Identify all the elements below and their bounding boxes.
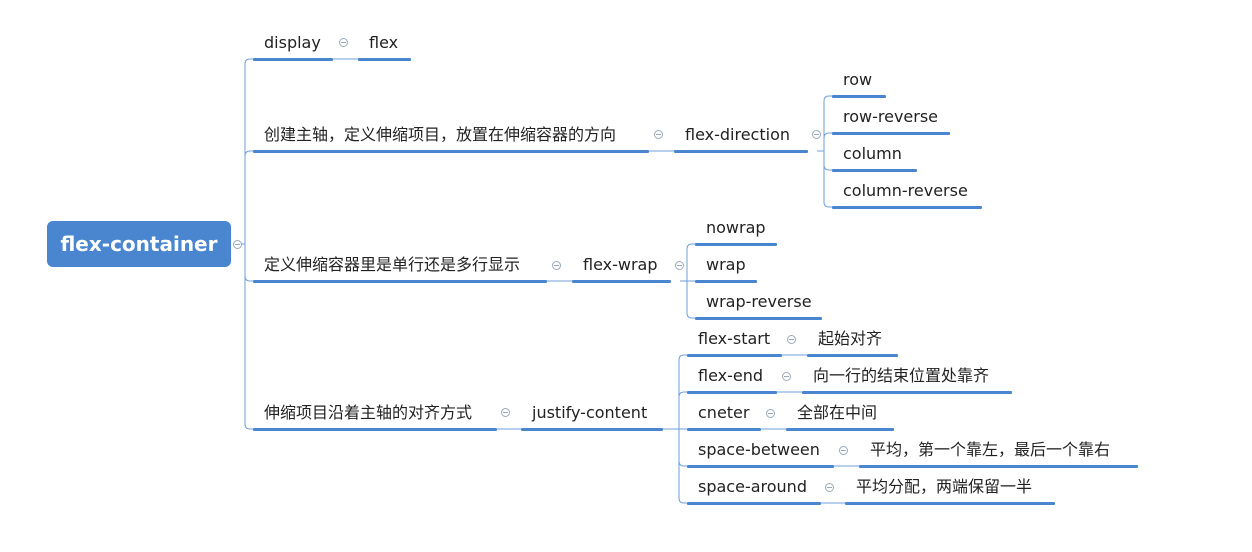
collapse-icon[interactable]: [233, 240, 242, 249]
connector-line: [823, 132, 832, 151]
underline: [253, 428, 497, 431]
connector-line: [686, 243, 695, 281]
underline: [832, 132, 950, 135]
underline: [802, 391, 1012, 394]
underline: [695, 243, 777, 246]
connector-line: [678, 429, 687, 467]
underline: [859, 465, 1138, 468]
justify-value-flex-end[interactable]: flex-end: [687, 365, 777, 394]
justify-desc-flex-end[interactable]: 向一行的结束位置处靠齐: [802, 365, 1012, 394]
direction-value-row[interactable]: row: [832, 69, 886, 98]
wrap-value-wrap[interactable]: wrap: [695, 254, 757, 283]
underline: [687, 465, 834, 468]
wrap-node[interactable]: 定义伸缩容器里是单行还是多行显示: [253, 254, 547, 283]
collapse-icon[interactable]: [839, 446, 848, 455]
connector-line: [823, 151, 832, 208]
justify-value-flex-start[interactable]: flex-start: [687, 328, 782, 357]
underline: [253, 150, 649, 153]
underline: [687, 391, 777, 394]
connector-lines: [238, 58, 859, 504]
collapse-icon[interactable]: [339, 38, 348, 47]
connector-line: [823, 151, 832, 171]
collapse-icon[interactable]: [654, 130, 663, 139]
display-node[interactable]: display: [253, 32, 333, 61]
underline: [572, 280, 671, 283]
direction-value-column[interactable]: column: [832, 143, 917, 172]
justify-content-node[interactable]: justify-content: [521, 402, 663, 431]
underline: [687, 354, 782, 357]
underline: [358, 58, 411, 61]
direction-node[interactable]: 创建主轴，定义伸缩项目，放置在伸缩容器的方向: [253, 124, 649, 153]
justify-desc-space-between[interactable]: 平均，第一个靠左，最后一个靠右: [859, 439, 1138, 468]
underline: [832, 95, 886, 98]
direction-value-column-reverse[interactable]: column-reverse: [832, 180, 982, 209]
connector-line: [686, 281, 695, 319]
underline: [695, 317, 822, 320]
justify-value-space-between[interactable]: space-between: [687, 439, 834, 468]
underline: [845, 502, 1055, 505]
connector-line: [678, 391, 687, 429]
justify-desc-space-around[interactable]: 平均分配，两端保留一半: [845, 476, 1055, 505]
underline: [832, 206, 982, 209]
collapse-icon[interactable]: [766, 409, 775, 418]
collapse-icon[interactable]: [782, 372, 791, 381]
underline: [786, 428, 894, 431]
root-node[interactable]: flex-container: [47, 221, 231, 267]
connector-line: [823, 95, 832, 151]
connector-line: [244, 150, 253, 244]
collapse-icon[interactable]: [812, 130, 821, 139]
underline: [695, 280, 757, 283]
collapse-icon[interactable]: [787, 335, 796, 344]
underline: [807, 354, 898, 357]
collapse-icon[interactable]: [501, 408, 510, 417]
connector-line: [244, 244, 253, 430]
underline: [253, 280, 547, 283]
collapse-icon[interactable]: [675, 261, 684, 270]
underline: [253, 58, 333, 61]
wrap-value-wrap-reverse[interactable]: wrap-reverse: [695, 291, 822, 320]
wrap-value-nowrap[interactable]: nowrap: [695, 217, 777, 246]
justify-node[interactable]: 伸缩项目沿着主轴的对齐方式: [253, 402, 497, 431]
justify-value-space-around[interactable]: space-around: [687, 476, 821, 505]
collapse-icon[interactable]: [825, 483, 834, 492]
underline: [687, 428, 761, 431]
justify-value-cneter[interactable]: cneter: [687, 402, 761, 431]
justify-desc-cneter[interactable]: 全部在中间: [786, 402, 894, 431]
direction-value-row-reverse[interactable]: row-reverse: [832, 106, 950, 135]
connector-line: [244, 244, 253, 282]
underline: [832, 169, 917, 172]
underline: [674, 150, 808, 153]
flex-wrap-node[interactable]: flex-wrap: [572, 254, 671, 283]
underline: [521, 428, 663, 431]
display-value-node[interactable]: flex: [358, 32, 411, 61]
flex-direction-node[interactable]: flex-direction: [674, 124, 808, 153]
underline: [687, 502, 821, 505]
justify-desc-flex-start[interactable]: 起始对齐: [807, 328, 898, 357]
collapse-icon[interactable]: [552, 261, 561, 270]
root-label: flex-container: [60, 232, 218, 256]
